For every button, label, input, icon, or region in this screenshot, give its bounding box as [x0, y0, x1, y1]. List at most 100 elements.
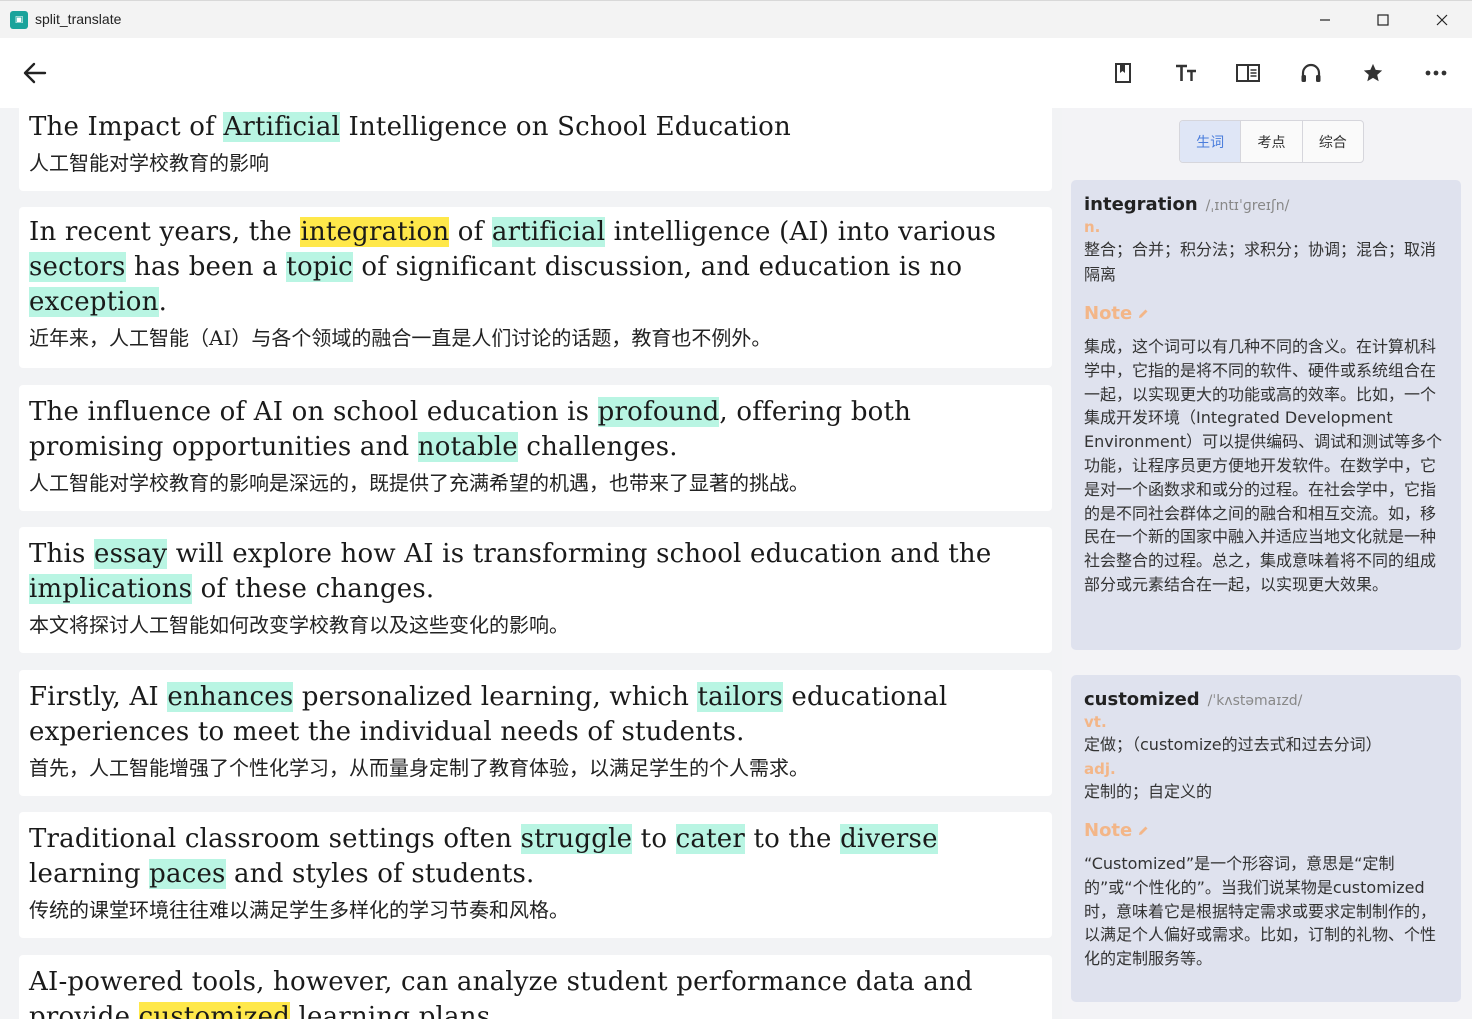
- sentence-text: challenges.: [517, 432, 678, 462]
- favorite-button[interactable]: [1358, 58, 1388, 88]
- sentence-card[interactable]: In recent years, the integration of arti…: [19, 207, 1052, 368]
- sentence-card[interactable]: This essay will explore how AI is transf…: [19, 527, 1052, 653]
- note-label: Note: [1084, 820, 1133, 841]
- sentence-card[interactable]: The Impact of Artificial Intelligence on…: [19, 108, 1052, 191]
- bookmark-button[interactable]: [1108, 58, 1138, 88]
- word-phonetic: /ˈkʌstəmaɪzd/: [1207, 693, 1303, 709]
- tab-new-words[interactable]: 生词: [1180, 121, 1242, 162]
- note-header[interactable]: Note: [1084, 818, 1448, 844]
- highlighted-word[interactable]: Artificial: [223, 112, 341, 142]
- word-phonetic: /ˌɪntɪˈɡreɪʃn/: [1205, 198, 1290, 214]
- tab-overall[interactable]: 综合: [1303, 121, 1363, 162]
- highlighted-word[interactable]: exception: [29, 287, 159, 317]
- more-button[interactable]: [1421, 58, 1451, 88]
- part-of-speech: n.: [1084, 218, 1101, 236]
- title-bar: ▣ split_translate: [0, 0, 1472, 38]
- sentence-text: of: [449, 217, 492, 247]
- english-sentence: AI-powered tools, however, can analyze s…: [29, 965, 1042, 1019]
- sentence-text: will explore how AI is transforming scho…: [167, 539, 992, 569]
- chinese-translation: 近年来，人工智能（AI）与各个领域的融合一直是人们讨论的话题，教育也不例外。: [29, 326, 772, 350]
- chinese-translation: 本文将探讨人工智能如何改变学校教育以及这些变化的影响。: [29, 613, 569, 637]
- highlighted-word[interactable]: artificial: [491, 217, 606, 247]
- sentence-text: and styles of students.: [225, 859, 535, 889]
- chinese-translation: 首先，人工智能增强了个性化学习，从而量身定制了教育体验，以满足学生的个人需求。: [29, 756, 809, 780]
- window-title: split_translate: [35, 11, 122, 27]
- sentence-card[interactable]: Traditional classroom settings often str…: [19, 812, 1052, 938]
- highlighted-word[interactable]: tailors: [697, 682, 783, 712]
- word-headword: customized: [1084, 689, 1200, 710]
- close-icon: [1436, 14, 1448, 26]
- sentence-text: The Impact of: [29, 112, 224, 142]
- split-view-icon: [1236, 64, 1260, 82]
- chinese-translation: 传统的课堂环境往往难以满足学生多样化的学习节奏和风格。: [29, 898, 569, 922]
- listen-button[interactable]: [1296, 58, 1326, 88]
- highlighted-word[interactable]: notable: [417, 432, 518, 462]
- english-sentence: In recent years, the integration of arti…: [29, 215, 1042, 320]
- highlighted-word[interactable]: cater: [675, 824, 745, 854]
- highlighted-word[interactable]: essay: [94, 539, 168, 569]
- toolbar: [0, 38, 1472, 108]
- word-definition: 定制的；自定义的: [1084, 782, 1213, 801]
- highlighted-word[interactable]: enhances: [167, 682, 294, 712]
- sentence-text: .: [158, 287, 168, 317]
- back-arrow-icon: [23, 62, 47, 84]
- word-note: 集成，这个词可以有几种不同的含义。在计算机科学中，它指的是将不同的软件、硬件或系…: [1084, 337, 1443, 594]
- sentence-card[interactable]: Firstly, AI enhances personalized learni…: [19, 670, 1052, 796]
- reading-pane[interactable]: The Impact of Artificial Intelligence on…: [0, 108, 1062, 1019]
- sentence-text: This: [29, 539, 95, 569]
- highlighted-word[interactable]: sectors: [29, 252, 126, 282]
- sentence-text: of these changes.: [192, 574, 435, 604]
- highlighted-word[interactable]: struggle: [520, 824, 633, 854]
- highlighted-word[interactable]: diverse: [840, 824, 938, 854]
- note-label: Note: [1084, 303, 1133, 324]
- minimize-button[interactable]: [1302, 5, 1348, 35]
- close-button[interactable]: [1419, 5, 1465, 35]
- sentence-text: The influence of AI on school education …: [29, 397, 598, 427]
- sentence-text: to: [632, 824, 676, 854]
- sentence-text: learning plans.: [290, 1002, 499, 1019]
- tab-exam-points[interactable]: 考点: [1241, 121, 1303, 162]
- headphones-icon: [1301, 63, 1321, 82]
- word-note: “Customized”是一个形容词，意思是“定制的”或“个性化的”。当我们说某…: [1084, 854, 1437, 969]
- sentence-card[interactable]: The influence of AI on school education …: [19, 385, 1052, 511]
- font-size-icon: [1176, 64, 1196, 81]
- highlighted-word[interactable]: profound: [597, 397, 720, 427]
- highlighted-word[interactable]: customized: [138, 1002, 291, 1019]
- english-sentence: Firstly, AI enhances personalized learni…: [29, 680, 1042, 750]
- minimize-icon: [1320, 19, 1330, 21]
- maximize-button[interactable]: [1360, 5, 1406, 35]
- highlighted-word[interactable]: integration: [300, 217, 450, 247]
- highlighted-word[interactable]: topic: [286, 252, 353, 282]
- sentence-card[interactable]: AI-powered tools, however, can analyze s…: [19, 955, 1052, 1019]
- font-size-button[interactable]: [1171, 58, 1201, 88]
- sentence-text: of significant discussion, and education…: [352, 252, 963, 282]
- sentence-text: In recent years, the: [29, 217, 301, 247]
- english-sentence: The influence of AI on school education …: [29, 395, 1042, 465]
- maximize-icon: [1377, 14, 1389, 26]
- word-headword: integration: [1084, 194, 1198, 215]
- bookmark-icon: [1115, 63, 1131, 83]
- split-view-button[interactable]: [1233, 58, 1263, 88]
- note-header[interactable]: Note: [1084, 301, 1448, 327]
- sidebar-tabs: 生词 考点 综合: [1179, 120, 1364, 163]
- english-sentence: The Impact of Artificial Intelligence on…: [29, 110, 1042, 145]
- back-button[interactable]: [20, 58, 50, 88]
- sentence-text: Traditional classroom settings often: [29, 824, 521, 854]
- english-sentence: This essay will explore how AI is transf…: [29, 537, 1042, 607]
- edit-pencil-icon[interactable]: [1137, 825, 1149, 837]
- sentence-text: learning: [29, 859, 150, 889]
- sentence-text: to the: [744, 824, 841, 854]
- word-definition: 定做；（customize的过去式和过去分词）: [1084, 735, 1382, 754]
- english-sentence: Traditional classroom settings often str…: [29, 822, 1042, 892]
- sentence-text: intelligence (AI) into various: [605, 217, 997, 247]
- highlighted-word[interactable]: implications: [29, 574, 193, 604]
- word-card[interactable]: customized /ˈkʌstəmaɪzd/ vt. 定做；（customi…: [1071, 675, 1461, 1002]
- part-of-speech: vt.: [1084, 713, 1107, 731]
- edit-pencil-icon[interactable]: [1137, 308, 1149, 320]
- highlighted-word[interactable]: paces: [149, 859, 226, 889]
- word-card[interactable]: integration /ˌɪntɪˈɡreɪʃn/ n. 整合；合并；积分法；…: [1071, 180, 1461, 650]
- vocabulary-sidebar: 生词 考点 综合 integration /ˌɪntɪˈɡreɪʃn/ n. 整…: [1062, 108, 1472, 1019]
- chinese-translation: 人工智能对学校教育的影响是深远的，既提供了充满希望的机遇，也带来了显著的挑战。: [29, 471, 809, 495]
- star-icon: [1363, 63, 1383, 82]
- app-logo-icon: ▣: [10, 11, 28, 29]
